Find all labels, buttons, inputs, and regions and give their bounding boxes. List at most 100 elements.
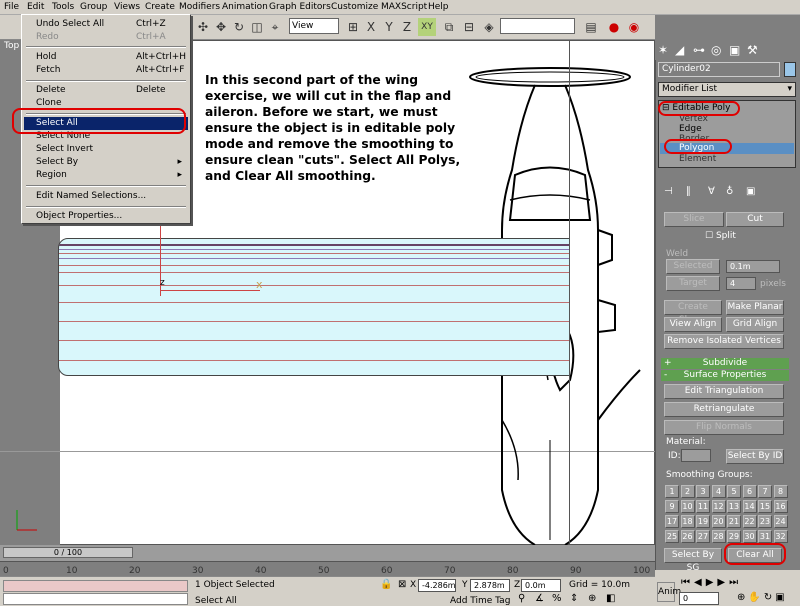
lock-icon[interactable]: 🔒 [380,579,392,590]
smoothing-group-27[interactable]: 27 [696,530,710,543]
scale-icon[interactable]: ◫ [248,18,266,36]
select-by-id-button[interactable]: Select By ID [726,449,784,464]
smoothing-group-12[interactable]: 12 [711,500,726,513]
modify-tab-icon[interactable]: ◢ [675,43,684,57]
menu-help[interactable]: Help [428,2,449,12]
transform-mode-icon[interactable]: ⊠ [398,579,406,590]
menu-hold[interactable]: Hold Alt+Ctrl+H [24,51,188,64]
smoothing-group-11[interactable]: 11 [696,500,710,513]
named-selection-dropdown[interactable] [500,18,575,34]
viewport-nav-icons[interactable]: ⊕✋↻▣ [737,592,788,603]
smoothing-group-7[interactable]: 7 [758,485,772,498]
wing-mesh[interactable] [58,238,570,376]
menu-modifiers[interactable]: Modifiers [179,2,220,12]
make-unique-icon[interactable]: ∀ [708,186,715,197]
layer-icon[interactable]: ◈ [480,18,498,36]
z-coord-field[interactable]: 0.0m [521,579,561,592]
object-color-swatch[interactable] [784,62,796,77]
add-time-tag[interactable]: Add Time Tag [450,596,510,606]
weld-threshold-field[interactable]: 0.1m [726,260,780,273]
smoothing-group-25[interactable]: 25 [665,530,679,543]
stack-element[interactable]: Element [679,154,716,164]
maxscript-output-field[interactable] [3,593,188,605]
y-axis-icon[interactable]: Y [380,18,398,36]
rotate-icon[interactable]: ↻ [230,18,248,36]
menu-region[interactable]: Region ▸ [24,169,188,182]
menu-edit-named-selections[interactable]: Edit Named Selections... [24,190,188,203]
smoothing-group-22[interactable]: 22 [742,515,757,528]
reference-coord-dropdown[interactable]: View [289,18,339,34]
smoothing-group-24[interactable]: 24 [773,515,788,528]
smoothing-group-4[interactable]: 4 [711,485,726,498]
pin-stack-icon[interactable]: ⊣ [664,186,673,197]
smoothing-group-13[interactable]: 13 [727,500,741,513]
menu-customize[interactable]: Customize [331,2,378,12]
edit-triangulation-button[interactable]: Edit Triangulation [664,384,784,399]
smoothing-group-23[interactable]: 23 [758,515,772,528]
orbit-icon[interactable]: ↻ [764,592,775,603]
cut-button[interactable]: Cut [726,212,784,227]
surface-properties-rollout-header[interactable]: - Surface Properties [661,370,789,381]
smoothing-group-18[interactable]: 18 [680,515,695,528]
smoothing-group-17[interactable]: 17 [665,515,679,528]
play-icon[interactable]: ▶ [706,577,718,588]
view-align-button[interactable]: View Align [664,317,722,332]
make-planar-button[interactable]: Make Planar [726,300,784,315]
xy-axis-icon[interactable]: XY [418,18,436,36]
maximize-icon[interactable]: ▣ [775,592,787,603]
smoothing-group-20[interactable]: 20 [711,515,726,528]
maxscript-listener-field[interactable] [3,580,188,592]
modifier-list-dropdown[interactable]: Modifier List ▾ [658,82,796,97]
smoothing-group-9[interactable]: 9 [665,500,679,513]
menu-undo[interactable]: Undo Select All Ctrl+Z [24,18,188,31]
menu-select-by[interactable]: Select By ▸ [24,156,188,169]
animate-button[interactable]: Anim [657,582,681,602]
render-teapot-icon[interactable]: ● [605,18,623,36]
z-axis-icon[interactable]: Z [398,18,416,36]
retriangulate-button[interactable]: Retriangulate [664,402,784,417]
select-move-icon[interactable]: ✣ [194,18,212,36]
smoothing-group-21[interactable]: 21 [727,515,741,528]
move-icon[interactable]: ✥ [212,18,230,36]
menu-file[interactable]: File [4,2,19,12]
configure-sets-icon[interactable]: ▣ [746,186,755,197]
go-start-icon[interactable]: ⏮ [681,577,694,588]
menu-create[interactable]: Create [145,2,175,12]
menu-animation[interactable]: Animation [222,2,268,12]
smoothing-group-10[interactable]: 10 [680,500,695,513]
display-tab-icon[interactable]: ▣ [729,43,740,57]
remove-isolated-vertices-button[interactable]: Remove Isolated Vertices [664,334,784,349]
menu-maxscript[interactable]: MAXScript [381,2,427,12]
create-tab-icon[interactable]: ✶ [658,43,668,57]
pivot-icon[interactable]: ⌖ [266,18,284,36]
smoothing-group-26[interactable]: 26 [680,530,695,543]
menu-graph-editors[interactable]: Graph Editors [269,2,331,12]
angle-snap-icon[interactable]: ∡ [535,593,544,604]
smoothing-group-1[interactable]: 1 [665,485,679,498]
remove-modifier-icon[interactable]: ♁ [726,186,733,197]
menu-group[interactable]: Group [80,2,107,12]
material-id-field[interactable] [681,449,711,462]
smoothing-group-3[interactable]: 3 [696,485,710,498]
menu-edit[interactable]: Edit [27,2,44,12]
mirror-icon[interactable]: ⧉ [440,18,458,36]
motion-tab-icon[interactable]: ◎ [711,43,721,57]
align-icon[interactable]: ⊟ [460,18,478,36]
stack-edge[interactable]: Edge [679,124,702,134]
split-checkbox[interactable]: ☐ Split [705,231,736,241]
x-axis-icon[interactable]: X [362,18,380,36]
go-end-icon[interactable]: ⏭ [729,577,742,588]
smoothing-group-19[interactable]: 19 [696,515,710,528]
smoothing-group-31[interactable]: 31 [758,530,772,543]
smoothing-group-6[interactable]: 6 [742,485,757,498]
show-end-result-icon[interactable]: ∥ [686,186,691,197]
grid-align-button[interactable]: Grid Align [726,317,784,332]
menu-delete[interactable]: Delete Delete [24,84,188,97]
smoothing-group-16[interactable]: 16 [773,500,788,513]
smoothing-group-2[interactable]: 2 [680,485,695,498]
menu-views[interactable]: Views [114,2,140,12]
current-frame-field[interactable]: 0 [679,592,719,605]
object-name-field[interactable]: Cylinder02 [658,62,780,77]
next-frame-icon[interactable]: ▶ [717,577,729,588]
smoothing-group-28[interactable]: 28 [711,530,726,543]
